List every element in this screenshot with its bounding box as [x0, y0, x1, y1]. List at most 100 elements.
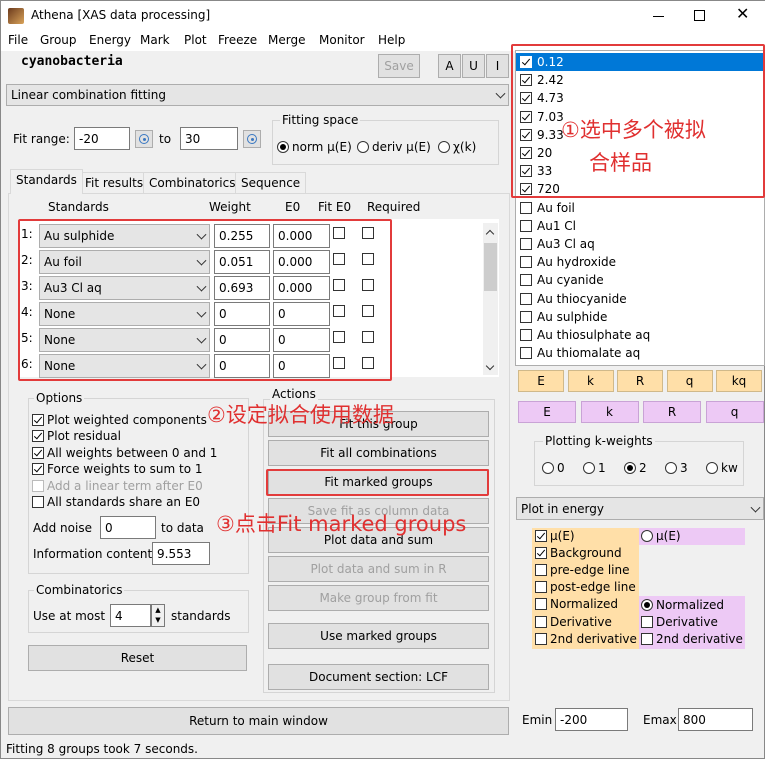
- plot-option-checkbox[interactable]: [535, 530, 547, 542]
- menu-help[interactable]: Help: [378, 33, 405, 47]
- menu-mark[interactable]: Mark: [140, 33, 170, 47]
- radio-normalized-right[interactable]: [641, 599, 653, 611]
- fit-range-to-input[interactable]: 30: [180, 127, 238, 150]
- menu-plot[interactable]: Plot: [184, 33, 207, 47]
- option-checkbox[interactable]: [32, 430, 44, 443]
- plot-button-q[interactable]: q: [666, 370, 713, 392]
- group-checkbox[interactable]: [520, 347, 532, 360]
- menu-monitor[interactable]: Monitor: [319, 33, 365, 47]
- group-item[interactable]: Au thiomalate aq: [516, 344, 764, 362]
- a-button[interactable]: A: [438, 54, 461, 78]
- plot-button-kq[interactable]: kq: [716, 370, 762, 392]
- tab-sequence[interactable]: Sequence: [235, 172, 307, 194]
- derivative-right-checkbox[interactable]: [641, 616, 653, 628]
- menu-merge[interactable]: Merge: [268, 33, 305, 47]
- highlight-fit-marked-button: [266, 469, 489, 496]
- table-scrollbar[interactable]: [483, 223, 498, 375]
- u-button[interactable]: U: [462, 54, 485, 78]
- plot-space-value: Plot in energy: [521, 501, 604, 516]
- analysis-select[interactable]: Linear combination fitting: [6, 84, 509, 106]
- plot-option-checkbox[interactable]: [535, 564, 547, 577]
- return-button[interactable]: Return to main window: [8, 707, 509, 735]
- group-item[interactable]: Au foil: [516, 199, 764, 217]
- group-checkbox[interactable]: [520, 274, 532, 287]
- group-checkbox[interactable]: [520, 256, 532, 269]
- kweight-radio[interactable]: [583, 462, 595, 474]
- save-button[interactable]: Save: [378, 54, 420, 78]
- noise-input[interactable]: 0: [100, 516, 156, 539]
- info-value[interactable]: 9.553: [152, 542, 210, 565]
- action-button[interactable]: Document section: LCF: [268, 664, 489, 690]
- option-checkbox[interactable]: [32, 446, 44, 459]
- group-item[interactable]: Au sulphide: [516, 308, 764, 326]
- pick-to-icon[interactable]: [243, 130, 261, 148]
- option-checkbox[interactable]: [32, 414, 44, 426]
- spin-icon[interactable]: ▲ ▼: [151, 604, 165, 627]
- action-button[interactable]: Use marked groups: [268, 623, 489, 649]
- use-at-most-input[interactable]: 4: [110, 604, 151, 627]
- radio-norm[interactable]: [277, 141, 289, 153]
- close-icon[interactable]: ✕: [736, 6, 749, 22]
- menu-energy[interactable]: Energy: [89, 33, 131, 47]
- kweight-radio[interactable]: [706, 462, 718, 474]
- scroll-down-icon[interactable]: [485, 361, 495, 371]
- second-deriv-right-checkbox[interactable]: [641, 633, 653, 645]
- pick-from-icon[interactable]: [135, 130, 153, 148]
- plot-button-q[interactable]: q: [705, 401, 764, 423]
- radio-deriv[interactable]: [357, 141, 369, 153]
- action-button[interactable]: Fit all combinations: [268, 440, 489, 466]
- plot-space-select[interactable]: Plot in energy: [516, 497, 764, 520]
- minimize-icon[interactable]: [653, 16, 664, 17]
- emax-input[interactable]: 800: [678, 708, 753, 731]
- plot-button-r[interactable]: R: [643, 401, 701, 423]
- plot-option-checkbox[interactable]: [535, 547, 547, 560]
- group-checkbox[interactable]: [520, 310, 532, 323]
- plot-option-checkbox[interactable]: [535, 598, 547, 611]
- group-label: Au sulphide: [537, 309, 608, 324]
- option-checkbox[interactable]: [32, 463, 44, 476]
- kweight-radio[interactable]: [624, 462, 636, 474]
- plot-option-checkbox[interactable]: [535, 615, 547, 628]
- plot-button-k[interactable]: k: [580, 401, 639, 423]
- group-checkbox[interactable]: [520, 201, 532, 214]
- kweight-radio[interactable]: [542, 462, 554, 474]
- menu-freeze[interactable]: Freeze: [218, 33, 257, 47]
- group-item[interactable]: Au3 Cl aq: [516, 235, 764, 253]
- group-item[interactable]: Au thiocyanide: [516, 290, 764, 308]
- option-label: Plot residual: [47, 429, 121, 444]
- plot-button-e[interactable]: E: [518, 401, 576, 423]
- reset-button[interactable]: Reset: [28, 645, 247, 671]
- tab-standards[interactable]: Standards: [10, 169, 83, 194]
- i-button[interactable]: I: [486, 54, 509, 78]
- plot-button-r[interactable]: R: [617, 370, 663, 392]
- plot-option-checkbox[interactable]: [535, 632, 547, 645]
- tab-combinatorics[interactable]: Combinatorics: [143, 172, 242, 194]
- group-item[interactable]: Au cyanide: [516, 271, 764, 289]
- kweight-radio[interactable]: [665, 462, 677, 474]
- kweight-label: 3: [680, 461, 688, 475]
- emax-label: Emax: [643, 713, 677, 727]
- maximize-icon[interactable]: [694, 10, 705, 21]
- group-checkbox[interactable]: [520, 238, 532, 250]
- plot-option-checkbox[interactable]: [535, 581, 547, 594]
- plot-option-label: Background: [550, 546, 622, 561]
- emin-input[interactable]: -200: [555, 708, 628, 731]
- menu-file[interactable]: File: [8, 33, 28, 47]
- group-item[interactable]: Au thiosulphate aq: [516, 326, 764, 344]
- plot-button-e[interactable]: E: [518, 370, 564, 392]
- fit-range-from-input[interactable]: -20: [74, 127, 130, 150]
- plot-button-k[interactable]: k: [567, 370, 614, 392]
- group-item[interactable]: Au1 Cl: [516, 217, 764, 235]
- radio-chi[interactable]: [438, 141, 450, 153]
- radio-mu-right[interactable]: [641, 530, 653, 542]
- group-checkbox[interactable]: [520, 329, 532, 341]
- group-checkbox[interactable]: [520, 292, 532, 305]
- group-item[interactable]: Au hydroxide: [516, 253, 764, 271]
- menu-group[interactable]: Group: [40, 33, 77, 47]
- group-checkbox[interactable]: [520, 219, 532, 232]
- tab-fit-results[interactable]: Fit results: [79, 172, 150, 194]
- scroll-up-icon[interactable]: [485, 229, 495, 239]
- option-checkbox[interactable]: [32, 496, 44, 508]
- scroll-thumb[interactable]: [484, 243, 497, 291]
- second-deriv-right-label: 2nd derivative: [656, 632, 743, 646]
